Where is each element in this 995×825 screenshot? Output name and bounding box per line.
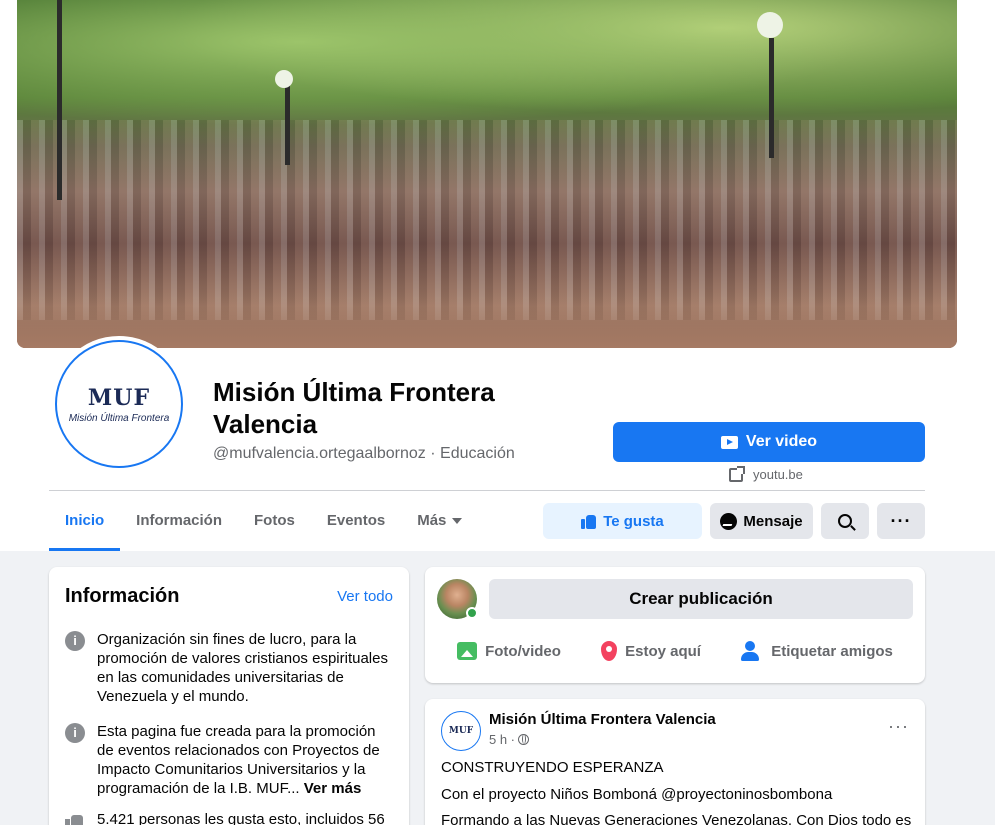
lamp-post [285,85,290,165]
lamp-post [57,0,62,200]
tab-fotos[interactable]: Fotos [238,491,311,551]
watch-video-button[interactable]: Ver video [613,422,925,462]
location-pin-icon [601,641,618,661]
post-avatar-logo: MUF [448,726,474,736]
photo-icon [457,642,478,660]
check-in-label: Estoy aquí [625,642,701,660]
info-description: Esta pagina fue creada para la promoción… [97,722,395,798]
tag-people-icon [741,641,763,661]
check-in-button[interactable]: Estoy aquí [601,641,701,661]
post-author-avatar[interactable]: MUF [441,711,481,751]
tab-informacion[interactable]: Información [120,491,238,551]
tab-mas-label: Más [417,512,447,529]
post-author[interactable]: Misión Última Frontera Valencia [489,711,716,728]
post-text-line: Formando a las Nuevas Generaciones Venez… [441,812,911,825]
create-post-card: Crear publicación Foto/video Estoy aquí … [425,567,925,683]
thumbs-up-icon [65,812,85,825]
lamp-post [769,38,774,158]
info-title: Información [65,585,180,607]
cover-photo[interactable] [17,0,957,348]
info-icon: i [65,631,85,651]
lamp-light [757,12,783,38]
more-options-button[interactable]: ··· [877,503,925,539]
like-label: Te gusta [603,512,664,530]
logo-subtext: Misión Última Frontera [68,412,170,424]
page-title: Misión Última Frontera Valencia [213,377,495,439]
page-tabs: Inicio Información Fotos Eventos Más [49,491,478,551]
info-icon: i [65,723,85,743]
online-status-icon [466,607,478,619]
photo-video-button[interactable]: Foto/video [457,642,561,660]
message-label: Mensaje [743,512,803,530]
message-button[interactable]: Mensaje [710,503,813,539]
tab-inicio[interactable]: Inicio [49,491,121,551]
see-more-link[interactable]: Ver más [304,780,362,797]
post-text-line: Con el proyecto Niños Bomboná @proyecton… [441,786,833,803]
page-handle-category: @mufvalencia.ortegaalbornoz · Educación [213,445,515,462]
post-time-text: 5 h · [489,732,516,747]
composer-actions: Foto/video Estoy aquí Etiquetar amigos [437,633,913,669]
post-card: MUF Misión Última Frontera Valencia 5 h … [425,699,925,825]
like-page-button[interactable]: Te gusta [543,503,702,539]
cover-ground [17,298,957,348]
logo-text: MUF [87,384,151,411]
info-item: 5.421 personas les gusta esto, incluidos… [65,810,395,825]
post-options-button[interactable]: ··· [888,717,909,735]
search-icon [838,514,852,528]
see-all-link[interactable]: Ver todo [337,588,393,605]
globe-icon [518,734,530,745]
watch-video-label: Ver video [745,433,818,450]
chevron-down-icon [452,518,463,525]
external-link[interactable]: youtu.be [729,465,803,482]
create-post-input[interactable]: Crear publicación [489,579,913,619]
photo-video-label: Foto/video [485,642,561,660]
lamp-light [275,70,293,88]
likes-count: 5.421 personas les gusta esto, incluidos… [97,811,385,825]
tag-friends-label: Etiquetar amigos [771,642,893,660]
tab-eventos[interactable]: Eventos [311,491,401,551]
info-item: i Organización sin fines de lucro, para … [65,630,395,706]
post-timestamp[interactable]: 5 h · [489,732,530,747]
link-domain: youtu.be [753,467,803,482]
muf-logo: MUF Misión Última Frontera [55,340,183,468]
search-button[interactable] [821,503,869,539]
page-header: MUF Misión Última Frontera Misión Última… [0,0,995,551]
external-link-icon [729,465,745,482]
tag-friends-button[interactable]: Etiquetar amigos [741,641,893,661]
post-text-line: CONSTRUYENDO ESPERANZA [441,759,664,776]
video-icon [720,435,738,449]
info-item: i Esta pagina fue creada para la promoci… [65,722,395,798]
cover-trees [17,0,957,140]
thumbs-up-icon [581,513,597,529]
cover-crowd [17,120,957,320]
info-card: Información Ver todo i Organización sin … [49,567,409,825]
tab-mas[interactable]: Más [401,491,478,551]
profile-picture[interactable]: MUF Misión Última Frontera [51,336,187,472]
info-description: Organización sin fines de lucro, para la… [97,631,388,705]
more-dots-icon: ··· [890,511,912,531]
messenger-icon [720,512,738,530]
